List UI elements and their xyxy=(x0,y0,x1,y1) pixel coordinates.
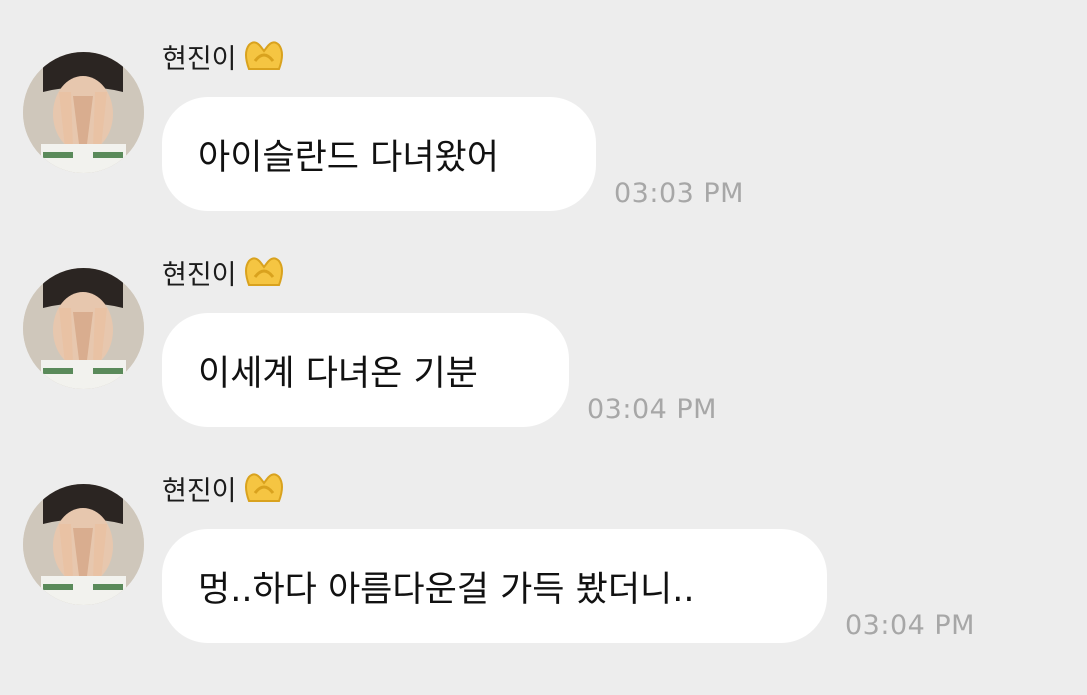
message-timestamp: 03:04 PM xyxy=(845,610,975,641)
sender-name: 현진이 xyxy=(162,252,287,292)
sender-name: 현진이 xyxy=(162,468,287,508)
avatar[interactable] xyxy=(23,52,144,173)
message-text: 아이슬란드 다녀왔어 xyxy=(198,137,499,178)
heart-hands-icon xyxy=(241,255,287,289)
message-bubble[interactable]: 아이슬란드 다녀왔어 xyxy=(162,97,596,211)
message-group: 현진이 아이슬란드 다녀왔어 03:03 PM xyxy=(0,36,1087,236)
sender-label: 현진이 xyxy=(162,475,237,507)
message-text: 멍..하다 아름다운걸 가득 봤더니.. xyxy=(198,569,695,610)
avatar[interactable] xyxy=(23,268,144,389)
profile-photo-icon xyxy=(23,268,144,389)
heart-hands-icon xyxy=(241,39,287,73)
sender-label: 현진이 xyxy=(162,43,237,75)
message-timestamp: 03:04 PM xyxy=(587,394,717,425)
message-bubble[interactable]: 이세계 다녀온 기분 xyxy=(162,313,569,427)
message-text: 이세계 다녀온 기분 xyxy=(198,353,478,394)
profile-photo-icon xyxy=(23,52,144,173)
sender-name: 현진이 xyxy=(162,36,287,76)
heart-hands-icon xyxy=(241,471,287,505)
avatar[interactable] xyxy=(23,484,144,605)
message-group: 현진이 이세계 다녀온 기분 03:04 PM xyxy=(0,252,1087,452)
sender-label: 현진이 xyxy=(162,259,237,291)
message-bubble[interactable]: 멍..하다 아름다운걸 가득 봤더니.. xyxy=(162,529,827,643)
message-group: 현진이 멍..하다 아름다운걸 가득 봤더니.. 03:04 PM xyxy=(0,468,1087,668)
message-timestamp: 03:03 PM xyxy=(614,178,744,209)
profile-photo-icon xyxy=(23,484,144,605)
